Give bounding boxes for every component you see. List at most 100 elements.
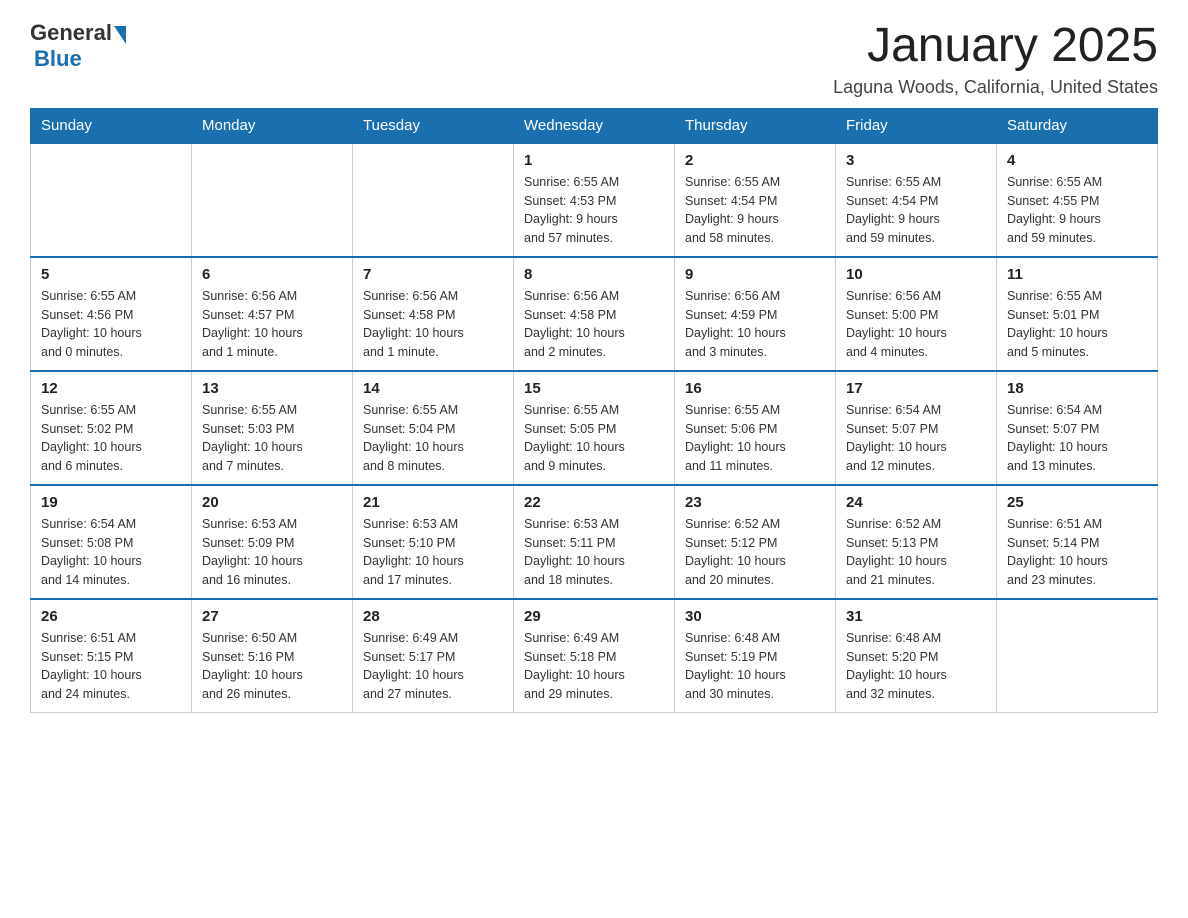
day-number: 18 [1007,380,1147,397]
calendar-day-cell: 10Sunrise: 6:56 AM Sunset: 5:00 PM Dayli… [836,257,997,371]
calendar-day-cell: 29 Sunrise: 6:49 AM Sunset: 5:18 PM Dayli… [514,599,675,713]
calendar-table: SundayMondayTuesdayWednesdayThursdayFrid… [30,108,1158,713]
day-info: Sunrise: 6:54 AM Sunset: 5:08 PM Dayligh… [41,515,181,590]
day-number: 7 [363,266,503,283]
calendar-header-cell: Monday [192,108,353,143]
day-info: Sunrise: 6:56 AM Sunset: 4:57 PM Dayligh… [202,287,342,362]
calendar-day-cell: 9 Sunrise: 6:56 AM Sunset: 4:59 PM Daylig… [675,257,836,371]
day-info: Sunrise: 6:55 AM Sunset: 5:05 PM Dayligh… [524,401,664,476]
title-area: January 2025 Laguna Woods, California, U… [833,20,1158,98]
calendar-day-cell: 20 Sunrise: 6:53 AM Sunset: 5:09 PM Dayli… [192,485,353,599]
calendar-day-cell [997,599,1158,713]
calendar-day-cell: 11Sunrise: 6:55 AM Sunset: 5:01 PM Dayli… [997,257,1158,371]
day-number: 17 [846,380,986,397]
day-number: 16 [685,380,825,397]
day-info: Sunrise: 6:55 AM Sunset: 5:02 PM Dayligh… [41,401,181,476]
calendar-header-cell: Thursday [675,108,836,143]
day-number: 6 [202,266,342,283]
day-number: 22 [524,494,664,511]
calendar-header-cell: Sunday [31,108,192,143]
calendar-header-cell: Tuesday [353,108,514,143]
day-info: Sunrise: 6:55 AM Sunset: 4:54 PM Dayligh… [685,173,825,248]
day-info: Sunrise: 6:48 AM Sunset: 5:19 PM Dayligh… [685,629,825,704]
calendar-body: 1 Sunrise: 6:55 AM Sunset: 4:53 PM Daylig… [31,143,1158,713]
calendar-day-cell: 13 Sunrise: 6:55 AM Sunset: 5:03 PM Dayli… [192,371,353,485]
day-info: Sunrise: 6:52 AM Sunset: 5:12 PM Dayligh… [685,515,825,590]
calendar-day-cell: 31Sunrise: 6:48 AM Sunset: 5:20 PM Dayli… [836,599,997,713]
calendar-day-cell: 24 Sunrise: 6:52 AM Sunset: 5:13 PM Dayli… [836,485,997,599]
day-info: Sunrise: 6:48 AM Sunset: 5:20 PM Dayligh… [846,629,986,704]
calendar-day-cell: 27 Sunrise: 6:50 AM Sunset: 5:16 PM Dayli… [192,599,353,713]
day-info: Sunrise: 6:56 AM Sunset: 4:58 PM Dayligh… [363,287,503,362]
day-info: Sunrise: 6:54 AM Sunset: 5:07 PM Dayligh… [1007,401,1147,476]
calendar-day-cell: 4 Sunrise: 6:55 AM Sunset: 4:55 PM Daylig… [997,143,1158,257]
day-number: 2 [685,152,825,169]
day-info: Sunrise: 6:55 AM Sunset: 4:54 PM Dayligh… [846,173,986,248]
calendar-day-cell: 3 Sunrise: 6:55 AM Sunset: 4:54 PM Daylig… [836,143,997,257]
calendar-day-cell: 26Sunrise: 6:51 AM Sunset: 5:15 PM Dayli… [31,599,192,713]
day-number: 1 [524,152,664,169]
day-info: Sunrise: 6:56 AM Sunset: 4:59 PM Dayligh… [685,287,825,362]
day-number: 28 [363,608,503,625]
day-number: 30 [685,608,825,625]
day-info: Sunrise: 6:56 AM Sunset: 4:58 PM Dayligh… [524,287,664,362]
day-number: 12 [41,380,181,397]
calendar-day-cell: 22 Sunrise: 6:53 AM Sunset: 5:11 PM Dayli… [514,485,675,599]
calendar-day-cell: 18 Sunrise: 6:54 AM Sunset: 5:07 PM Dayli… [997,371,1158,485]
day-number: 20 [202,494,342,511]
calendar-day-cell: 17 Sunrise: 6:54 AM Sunset: 5:07 PM Dayli… [836,371,997,485]
day-number: 8 [524,266,664,283]
day-info: Sunrise: 6:53 AM Sunset: 5:10 PM Dayligh… [363,515,503,590]
day-info: Sunrise: 6:54 AM Sunset: 5:07 PM Dayligh… [846,401,986,476]
day-number: 11 [1007,266,1147,283]
logo-blue-text: Blue [34,46,82,72]
day-info: Sunrise: 6:55 AM Sunset: 5:03 PM Dayligh… [202,401,342,476]
page-header: General Blue January 2025 Laguna Woods, … [30,20,1158,98]
day-info: Sunrise: 6:53 AM Sunset: 5:11 PM Dayligh… [524,515,664,590]
day-number: 15 [524,380,664,397]
day-info: Sunrise: 6:49 AM Sunset: 5:18 PM Dayligh… [524,629,664,704]
day-number: 23 [685,494,825,511]
calendar-day-cell: 28Sunrise: 6:49 AM Sunset: 5:17 PM Dayli… [353,599,514,713]
day-info: Sunrise: 6:51 AM Sunset: 5:15 PM Dayligh… [41,629,181,704]
month-title: January 2025 [833,20,1158,73]
calendar-day-cell: 16 Sunrise: 6:55 AM Sunset: 5:06 PM Dayli… [675,371,836,485]
day-info: Sunrise: 6:55 AM Sunset: 5:04 PM Dayligh… [363,401,503,476]
calendar-day-cell: 14Sunrise: 6:55 AM Sunset: 5:04 PM Dayli… [353,371,514,485]
day-info: Sunrise: 6:50 AM Sunset: 5:16 PM Dayligh… [202,629,342,704]
calendar-week-row: 12 Sunrise: 6:55 AM Sunset: 5:02 PM Dayli… [31,371,1158,485]
day-info: Sunrise: 6:55 AM Sunset: 5:06 PM Dayligh… [685,401,825,476]
day-number: 19 [41,494,181,511]
day-number: 4 [1007,152,1147,169]
calendar-day-cell: 21 Sunrise: 6:53 AM Sunset: 5:10 PM Dayli… [353,485,514,599]
day-number: 3 [846,152,986,169]
calendar-week-row: 26Sunrise: 6:51 AM Sunset: 5:15 PM Dayli… [31,599,1158,713]
calendar-day-cell: 8 Sunrise: 6:56 AM Sunset: 4:58 PM Daylig… [514,257,675,371]
logo-general-text: General [30,20,112,46]
logo[interactable]: General Blue [30,20,126,72]
day-number: 27 [202,608,342,625]
day-number: 21 [363,494,503,511]
day-info: Sunrise: 6:55 AM Sunset: 4:53 PM Dayligh… [524,173,664,248]
day-number: 5 [41,266,181,283]
calendar-week-row: 5 Sunrise: 6:55 AM Sunset: 4:56 PM Daylig… [31,257,1158,371]
day-number: 25 [1007,494,1147,511]
day-info: Sunrise: 6:55 AM Sunset: 4:55 PM Dayligh… [1007,173,1147,248]
calendar-day-cell: 2 Sunrise: 6:55 AM Sunset: 4:54 PM Daylig… [675,143,836,257]
calendar-day-cell: 1 Sunrise: 6:55 AM Sunset: 4:53 PM Daylig… [514,143,675,257]
day-info: Sunrise: 6:53 AM Sunset: 5:09 PM Dayligh… [202,515,342,590]
calendar-week-row: 19 Sunrise: 6:54 AM Sunset: 5:08 PM Dayli… [31,485,1158,599]
day-number: 24 [846,494,986,511]
day-number: 9 [685,266,825,283]
day-info: Sunrise: 6:52 AM Sunset: 5:13 PM Dayligh… [846,515,986,590]
calendar-day-cell: 23 Sunrise: 6:52 AM Sunset: 5:12 PM Dayli… [675,485,836,599]
calendar-header-cell: Friday [836,108,997,143]
day-info: Sunrise: 6:55 AM Sunset: 4:56 PM Dayligh… [41,287,181,362]
day-number: 29 [524,608,664,625]
day-number: 13 [202,380,342,397]
calendar-day-cell [31,143,192,257]
calendar-week-row: 1 Sunrise: 6:55 AM Sunset: 4:53 PM Daylig… [31,143,1158,257]
calendar-day-cell [353,143,514,257]
calendar-day-cell [192,143,353,257]
calendar-header-cell: Saturday [997,108,1158,143]
